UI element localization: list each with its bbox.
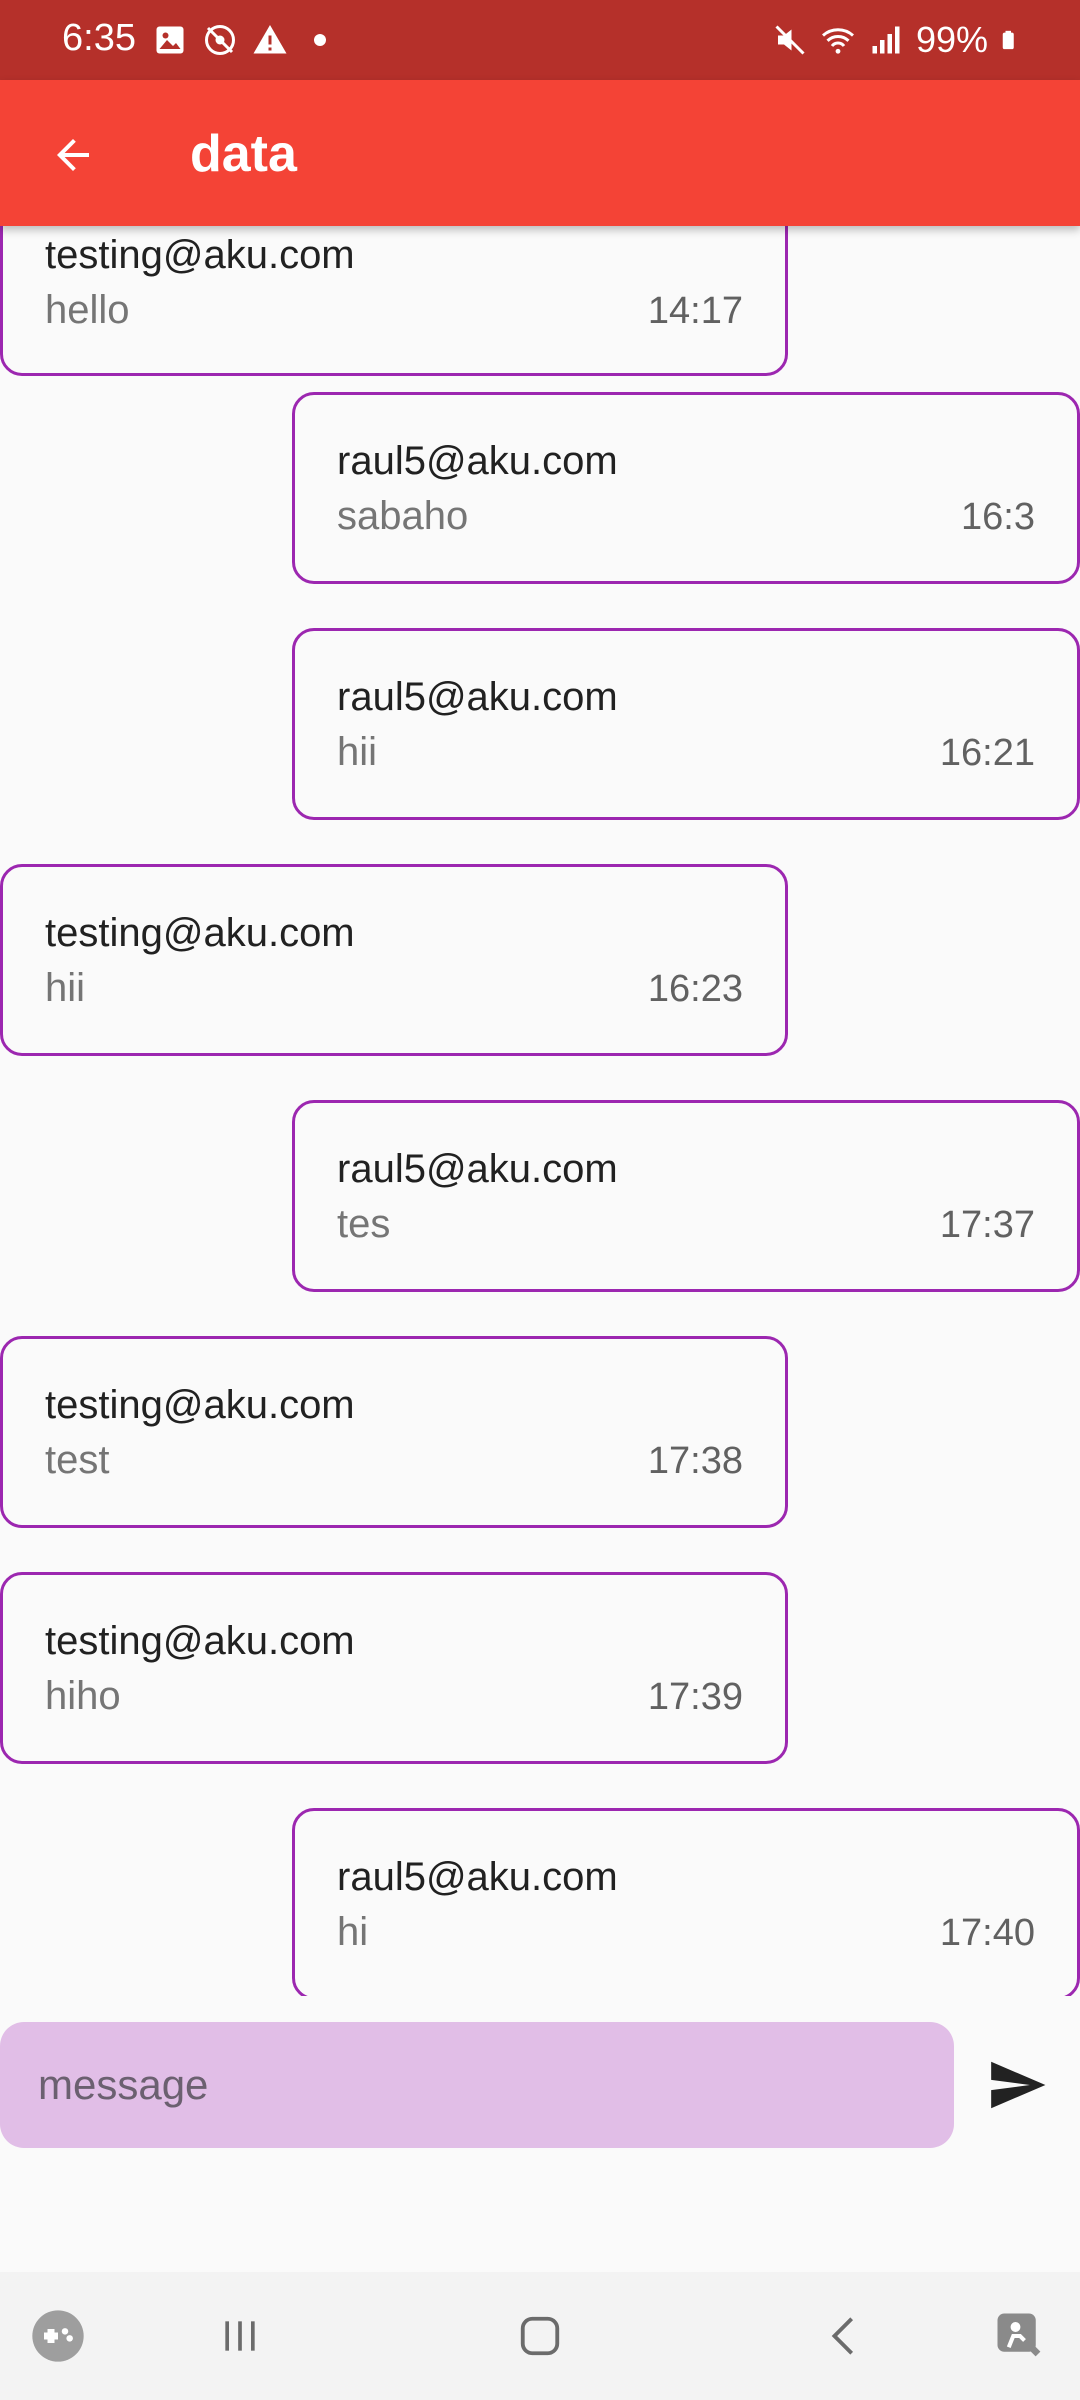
back-icon (831, 2317, 854, 2355)
recent-apps-button[interactable] (210, 2306, 270, 2366)
send-icon (991, 2061, 1046, 2109)
message-time: 17:39 (647, 1676, 743, 1718)
message-text: test (45, 1438, 110, 1482)
message-text: sabaho (337, 494, 469, 538)
message-sender: raul5@aku.com (337, 675, 618, 719)
system-nav-bar (0, 2272, 1080, 2400)
signal-icon (872, 26, 900, 54)
compose-bar (0, 2022, 1080, 2152)
wifi-icon (821, 28, 854, 54)
message-input[interactable] (0, 2022, 954, 2148)
game-launcher-button[interactable] (28, 2306, 88, 2366)
message-text: hii (337, 730, 378, 774)
page-title: data (190, 125, 297, 183)
message-time: 16:3 (961, 496, 1035, 538)
message-sender: raul5@aku.com (337, 1147, 618, 1191)
message-text: hiho (45, 1674, 121, 1718)
warning-icon (253, 25, 287, 54)
message-bubble: raul5@aku.com hii 16:21 (292, 628, 1080, 820)
game-launcher-icon (32, 2310, 84, 2362)
message-text: hi (337, 1910, 369, 1954)
battery-percent: 99% (915, 19, 988, 60)
message-bubble: testing@aku.com test 17:38 (0, 1336, 788, 1528)
message-sender: testing@aku.com (45, 1619, 355, 1663)
message-bubble: raul5@aku.com tes 17:37 (292, 1100, 1080, 1292)
message-bubble: testing@aku.com hiho 17:39 (0, 1572, 788, 1764)
message-bubble: raul5@aku.com hi 17:40 (292, 1808, 1080, 1996)
message-text: tes (337, 1202, 391, 1246)
message-bubble: testing@aku.com hello 14:17 (0, 226, 788, 376)
message-time: 17:37 (939, 1204, 1035, 1246)
message-time: 14:17 (647, 290, 743, 332)
home-icon (520, 2316, 560, 2356)
message-sender: raul5@aku.com (337, 1855, 618, 1899)
home-button[interactable] (510, 2306, 570, 2366)
arrow-back-icon (57, 139, 89, 171)
recent-apps-icon (225, 2321, 255, 2351)
back-button[interactable] (38, 120, 108, 190)
app-bar: data (0, 80, 1080, 226)
image-icon (156, 26, 184, 54)
mute-icon (775, 25, 805, 55)
message-text: hello (45, 288, 130, 332)
message-text: hii (45, 966, 86, 1010)
status-time: 6:35 (62, 17, 136, 59)
eye-off-icon (205, 25, 235, 55)
message-list[interactable]: testing@aku.com hello 14:17 raul5@aku.co… (0, 226, 1080, 1996)
message-sender: testing@aku.com (45, 1383, 355, 1427)
message-time: 17:38 (647, 1440, 743, 1482)
send-button[interactable] (980, 2048, 1054, 2122)
nav-back-button[interactable] (814, 2306, 874, 2366)
accessibility-button[interactable] (990, 2306, 1050, 2366)
status-system-icons: 99% (772, 16, 1022, 64)
message-bubble: testing@aku.com hii 16:23 (0, 864, 788, 1056)
message-sender: testing@aku.com (45, 911, 355, 955)
dot-icon (314, 34, 326, 46)
accessibility-icon (997, 2313, 1041, 2357)
message-time: 16:23 (647, 968, 743, 1010)
message-time: 17:40 (939, 1912, 1035, 1954)
message-sender: testing@aku.com (45, 233, 355, 277)
message-sender: raul5@aku.com (337, 439, 618, 483)
status-bar: 6:35 99% (0, 0, 1080, 80)
battery-icon (1002, 30, 1014, 50)
message-time: 16:21 (939, 732, 1035, 774)
status-notification-icons (152, 20, 338, 60)
message-bubble: raul5@aku.com sabaho 16:3 (292, 392, 1080, 584)
